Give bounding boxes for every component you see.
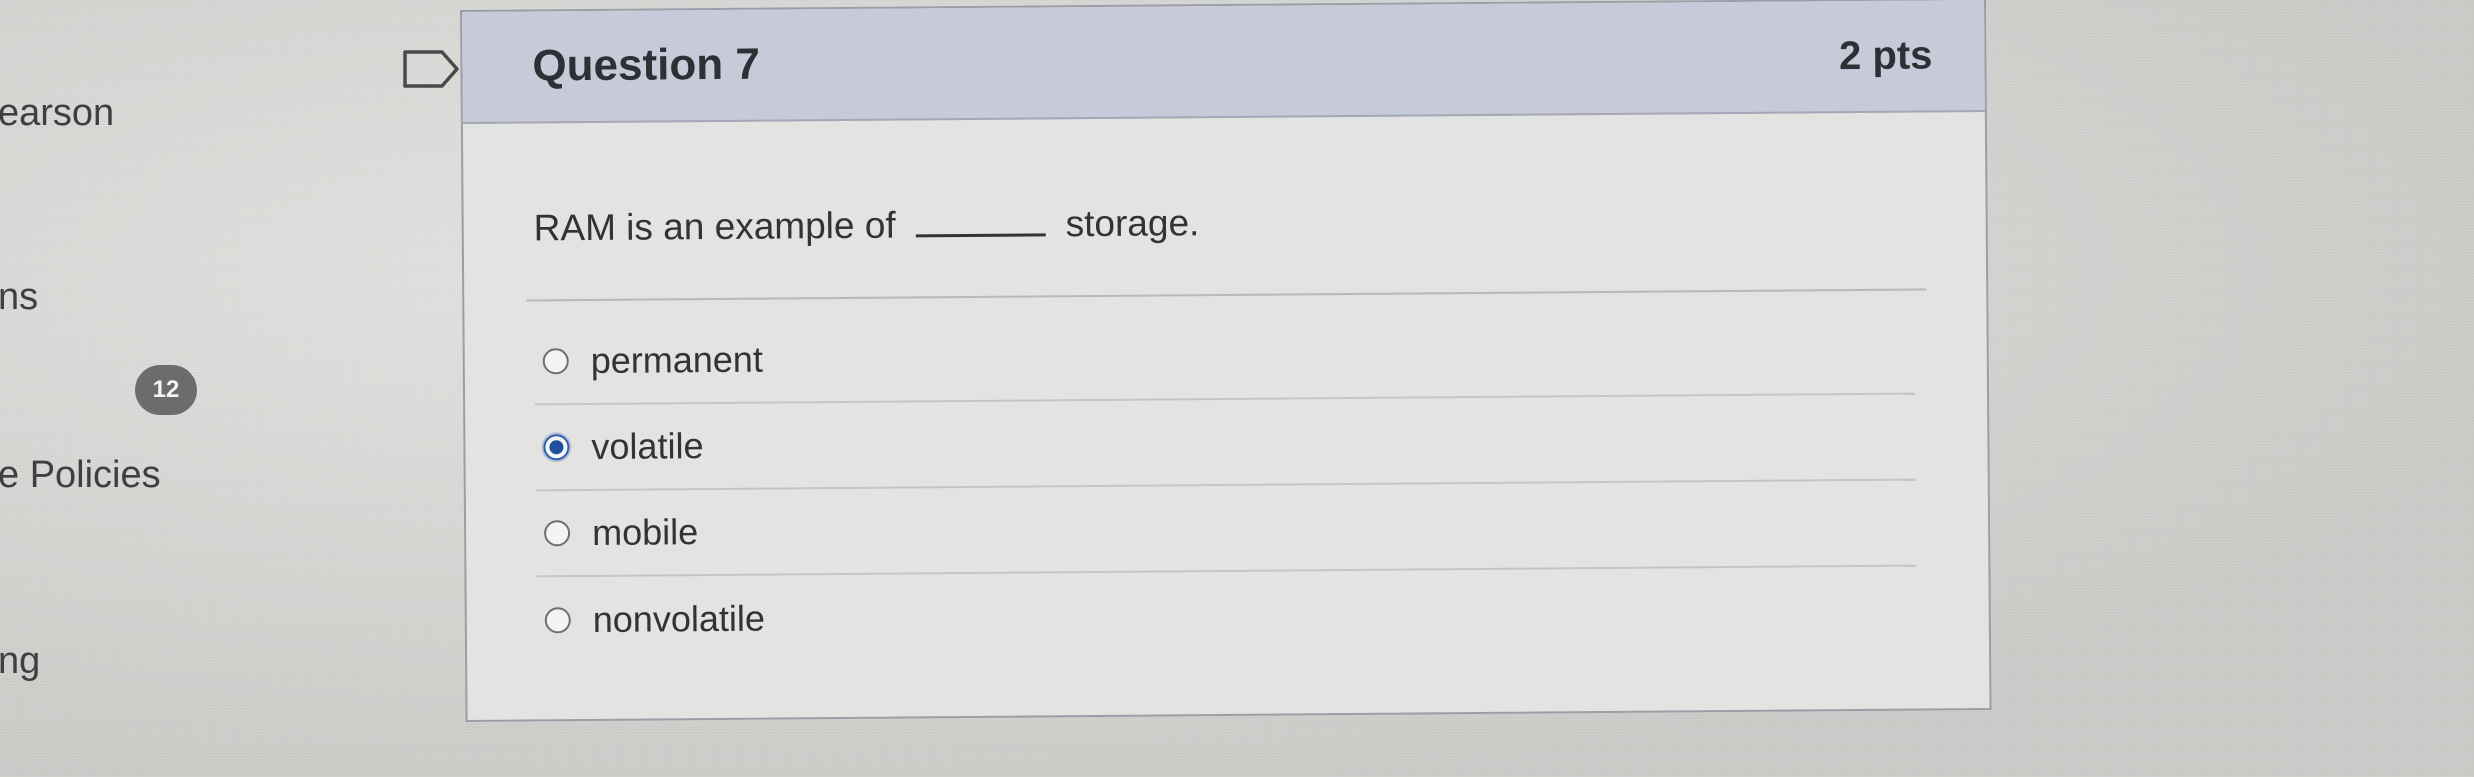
question-text-start: RAM is an example of [533,204,896,249]
answer-option-nonvolatile[interactable]: nonvolatile [536,567,1917,664]
question-points: 2 pts [1838,32,1933,78]
question-text: RAM is an example of storage. [534,196,1946,249]
answer-option-permanent[interactable]: permanent [534,308,1916,406]
nav-item-policies[interactable]: e Policies [0,454,161,497]
question-body: RAM is an example of storage. permanent … [463,112,1989,664]
radio-button-icon[interactable] [544,607,571,634]
fill-in-blank [915,233,1046,238]
answer-list: permanent volatile mobile nonvolatile [534,308,1949,663]
answer-label: mobile [591,511,699,553]
question-text-end: storage. [1065,202,1200,245]
answer-option-volatile[interactable]: volatile [535,394,1916,492]
answer-option-mobile[interactable]: mobile [535,480,1917,578]
radio-button-icon[interactable] [542,348,569,375]
bookmark-flag-icon[interactable] [402,49,460,89]
course-navigation: earson ns 12 e Policies ng [0,0,260,777]
question-divider [526,288,1927,302]
radio-button-icon[interactable] [544,520,571,547]
question-title: Question 7 [532,39,761,91]
nav-item-discussions[interactable]: ns [0,276,38,319]
radio-button-selected-icon[interactable] [543,434,570,461]
answer-label: nonvolatile [592,597,766,640]
answer-label: permanent [590,338,764,381]
nav-item-grading[interactable]: ng [0,640,40,683]
question-header: Question 7 2 pts [462,0,1985,124]
nav-item-pearson[interactable]: earson [0,92,114,135]
question-card: Question 7 2 pts RAM is an example of st… [460,0,1992,722]
unread-count-badge: 12 [135,365,197,415]
answer-label: volatile [591,425,704,467]
